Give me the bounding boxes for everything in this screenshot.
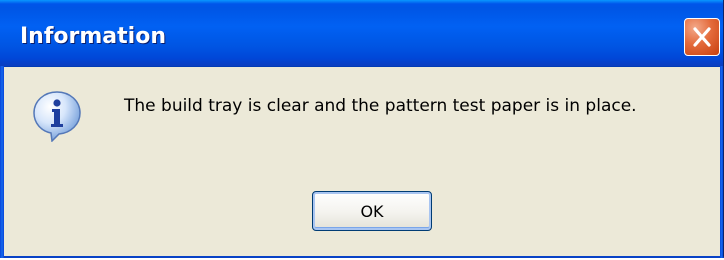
window-frame-right (720, 66, 723, 258)
information-dialog: Information The build tray is clear and … (0, 0, 724, 258)
window-frame-left (0, 66, 4, 258)
dialog-title: Information (20, 24, 166, 49)
ok-button[interactable]: OK (312, 191, 432, 231)
title-bar[interactable]: Information (0, 0, 723, 67)
close-button[interactable] (684, 18, 720, 56)
information-icon (32, 90, 82, 143)
dialog-message: The build tray is clear and the pattern … (124, 96, 637, 116)
